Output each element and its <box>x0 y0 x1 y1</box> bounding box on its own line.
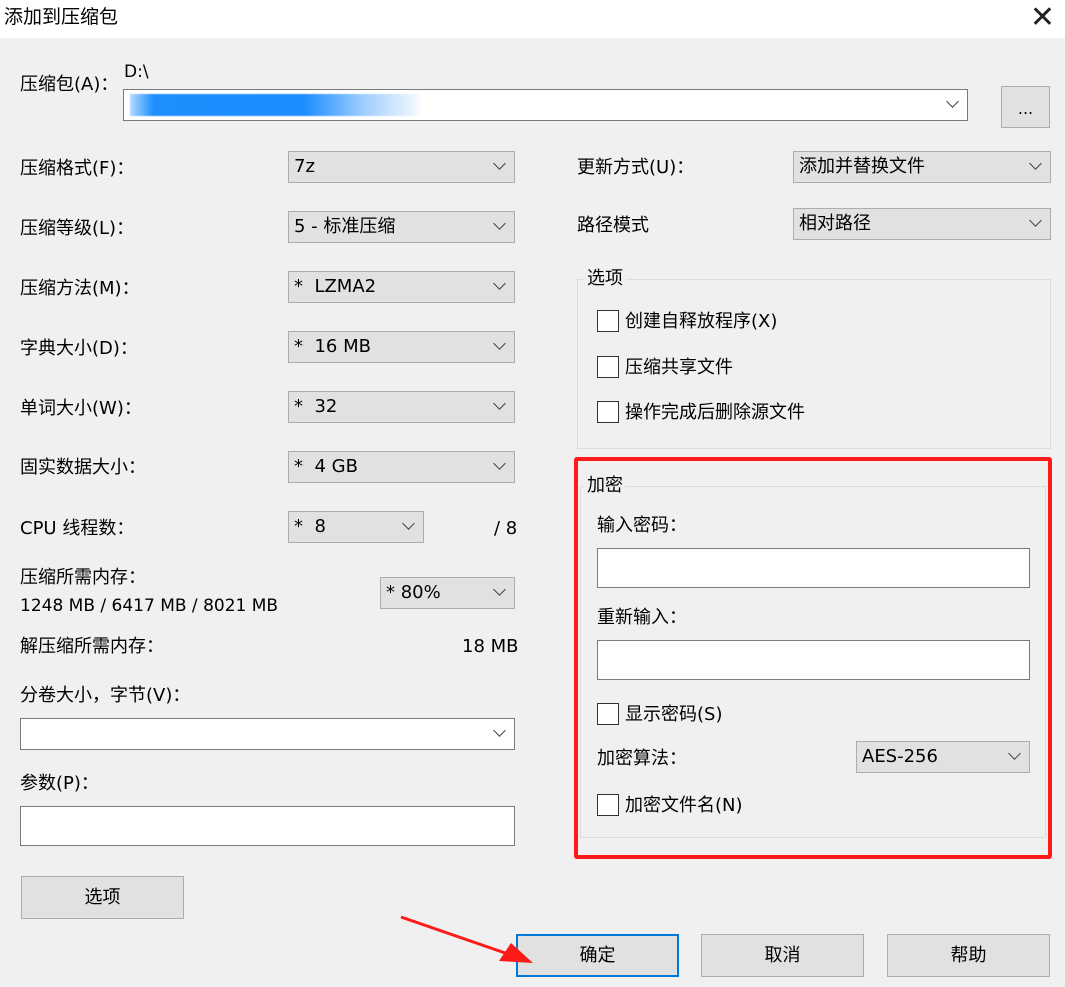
method-select[interactable]: * LZMA2 <box>288 271 515 303</box>
dict-select[interactable]: * 16 MB <box>288 331 515 363</box>
word-value: * 32 <box>294 396 338 417</box>
dict-label: 字典大小(D)： <box>20 338 138 359</box>
ok-button[interactable]: 确定 <box>516 934 679 977</box>
word-label: 单词大小(W)： <box>20 398 142 419</box>
solid-value: * 4 GB <box>294 456 358 477</box>
path-mode-value: 相对路径 <box>799 213 871 234</box>
volume-select[interactable] <box>20 718 515 750</box>
method-value: * LZMA2 <box>294 276 377 297</box>
params-input[interactable] <box>20 806 515 846</box>
help-button[interactable]: 帮助 <box>887 934 1050 977</box>
delete-source-label: 操作完成后删除源文件 <box>625 402 805 423</box>
chevron-down-icon <box>493 157 506 170</box>
chevron-down-icon <box>493 397 506 410</box>
format-value: 7z <box>294 156 315 177</box>
delete-source-checkbox[interactable] <box>597 401 619 423</box>
update-select[interactable]: 添加并替换文件 <box>793 151 1051 183</box>
mem-decompress-label: 解压缩所需内存： <box>20 636 164 657</box>
chevron-down-icon <box>493 724 506 737</box>
update-label: 更新方式(U)： <box>577 157 695 178</box>
path-mode-select[interactable]: 相对路径 <box>793 208 1051 240</box>
solid-select[interactable]: * 4 GB <box>288 451 515 483</box>
threads-value: * 8 <box>294 516 326 537</box>
word-select[interactable]: * 32 <box>288 391 515 423</box>
path-mode-label: 路径模式 <box>577 215 649 236</box>
close-icon[interactable]: ✕ <box>1030 2 1055 34</box>
level-value: 5 - 标准压缩 <box>294 216 396 237</box>
archive-path-combo[interactable] <box>123 89 968 121</box>
sfx-label: 创建自释放程序(X) <box>625 311 778 332</box>
level-label: 压缩等级(L)： <box>20 218 135 239</box>
annotation-highlight-box <box>574 457 1052 859</box>
shared-files-label: 压缩共享文件 <box>625 357 733 378</box>
chevron-down-icon <box>402 517 415 530</box>
dict-value: * 16 MB <box>294 336 371 357</box>
mem-compress-select[interactable]: * 80% <box>380 577 515 609</box>
params-label: 参数(P)： <box>20 773 99 794</box>
volume-label: 分卷大小，字节(V)： <box>20 685 191 706</box>
chevron-down-icon <box>1029 214 1042 227</box>
solid-label: 固实数据大小： <box>20 457 146 478</box>
mem-decompress-value: 18 MB <box>462 636 519 657</box>
archive-path-prefix: D:\ <box>124 62 149 82</box>
title-bar <box>0 0 1065 38</box>
browse-button[interactable]: ... <box>1001 86 1050 128</box>
chevron-down-icon <box>946 95 959 108</box>
method-label: 压缩方法(M)： <box>20 278 140 299</box>
shared-files-checkbox[interactable] <box>597 356 619 378</box>
chevron-down-icon <box>493 457 506 470</box>
archive-label-text: 压缩包(A)： <box>20 74 119 95</box>
chevron-down-icon <box>493 583 506 596</box>
threads-label: CPU 线程数： <box>20 518 135 539</box>
window-title: 添加到压缩包 <box>4 6 119 28</box>
level-select[interactable]: 5 - 标准压缩 <box>288 211 515 243</box>
archive-label: 压缩包(A)： <box>20 74 118 96</box>
update-value: 添加并替换文件 <box>799 156 925 177</box>
format-label: 压缩格式(F)： <box>20 158 135 179</box>
format-select[interactable]: 7z <box>288 151 515 183</box>
mem-compress-detail: 1248 MB / 6417 MB / 8021 MB <box>20 596 279 616</box>
sfx-checkbox[interactable] <box>597 310 619 332</box>
redacted-filename <box>130 94 420 116</box>
threads-max: / 8 <box>494 518 518 539</box>
cancel-button[interactable]: 取消 <box>701 934 864 977</box>
mem-compress-value: * 80% <box>386 582 441 603</box>
chevron-down-icon <box>493 217 506 230</box>
options-group-title: 选项 <box>584 268 626 290</box>
chevron-down-icon <box>493 337 506 350</box>
chevron-down-icon <box>1029 157 1042 170</box>
annotation-arrow-icon <box>400 915 533 963</box>
threads-select[interactable]: * 8 <box>288 511 424 543</box>
options-button[interactable]: 选项 <box>21 876 184 919</box>
chevron-down-icon <box>493 277 506 290</box>
mem-compress-label: 压缩所需内存： <box>20 567 146 588</box>
